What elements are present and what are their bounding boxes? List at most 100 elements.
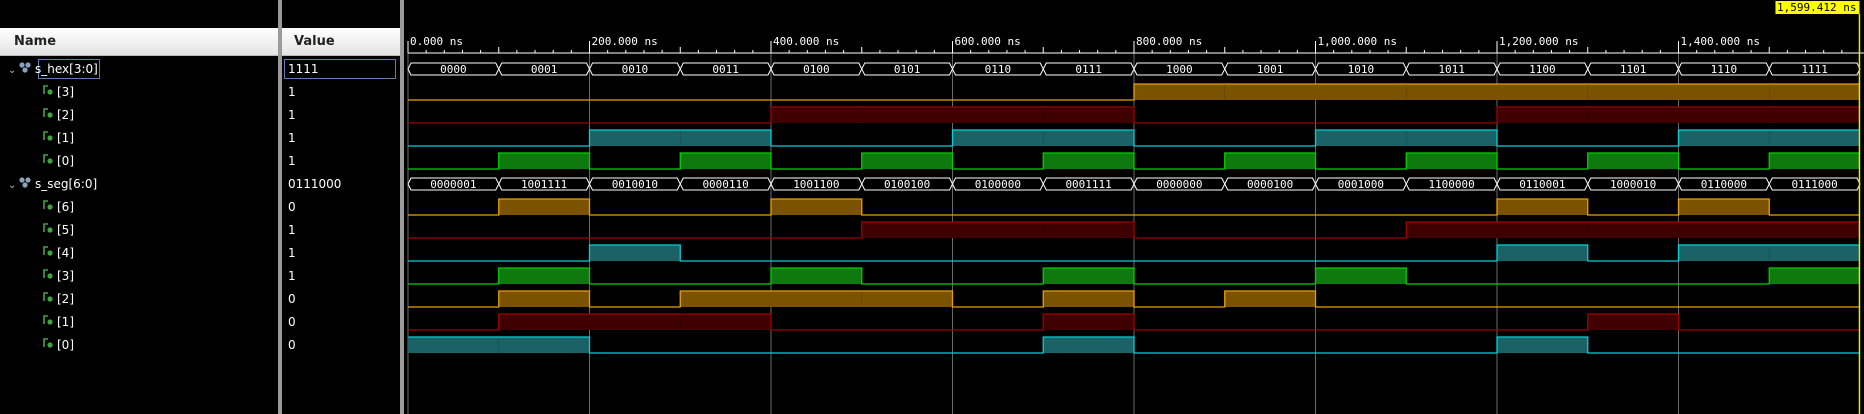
signal-icon xyxy=(42,81,54,104)
high-level-fill xyxy=(1769,84,1860,100)
high-level-fill xyxy=(498,337,590,353)
signal-name: [2] xyxy=(57,108,74,122)
bus-segment-value: 0010010 xyxy=(612,178,658,191)
ruler-tick-label: 0.000 ns xyxy=(410,35,463,48)
bit-trace xyxy=(408,152,1860,170)
signal-icon xyxy=(42,104,54,127)
high-level-fill xyxy=(1043,222,1134,238)
signal-value: 1 xyxy=(288,108,296,122)
high-level-fill xyxy=(861,291,953,307)
signal-value: 1 xyxy=(288,223,296,237)
high-level-fill xyxy=(1769,245,1860,261)
bus-segment-value: 1110 xyxy=(1711,63,1738,76)
high-level-fill xyxy=(1497,84,1588,100)
bus-segment-value: 0010 xyxy=(622,63,649,76)
signal-name: [1] xyxy=(57,315,74,329)
high-level-fill xyxy=(861,153,953,169)
signal-icon xyxy=(42,334,54,357)
high-level-fill xyxy=(1224,84,1316,100)
name-panel: Name ⌄ s_hex[3:0] [3] [2] [1] [0] ⌄ s_seg[6:0] [… xyxy=(0,0,278,414)
bit-signal-row[interactable]: [1] xyxy=(42,127,74,150)
high-level-fill xyxy=(498,199,590,215)
bit-signal-row[interactable]: [2] xyxy=(42,104,74,127)
name-column-header[interactable]: Name xyxy=(0,28,278,56)
high-level-fill xyxy=(952,130,1044,146)
bus-segment-value: 1000 xyxy=(1166,63,1193,76)
high-level-fill xyxy=(771,268,862,284)
high-level-fill xyxy=(1043,107,1134,123)
bus-segment-value: 0101 xyxy=(894,63,921,76)
bus-signal-row[interactable]: ⌄ s_seg[6:0] xyxy=(8,173,97,196)
bit-signal-row[interactable]: [1] xyxy=(42,311,74,334)
signal-value: 0111000 xyxy=(288,177,342,191)
ruler-tick-label: 1,200.000 ns xyxy=(1499,35,1578,48)
high-level-fill xyxy=(498,153,590,169)
high-level-fill xyxy=(952,222,1044,238)
high-level-fill xyxy=(1769,107,1860,123)
high-level-fill xyxy=(1497,199,1588,215)
bus-segment-value: 1100000 xyxy=(1428,178,1474,191)
bit-trace xyxy=(408,313,1860,331)
high-level-fill xyxy=(1769,268,1860,284)
bus-icon xyxy=(18,173,32,196)
high-level-fill xyxy=(861,222,953,238)
high-level-fill xyxy=(1406,84,1497,100)
bit-signal-row[interactable]: [2] xyxy=(42,288,74,311)
high-level-fill xyxy=(1587,107,1679,123)
signal-value: 0 xyxy=(288,338,296,352)
bus-segment-value: 1011 xyxy=(1438,63,1465,76)
bit-trace xyxy=(408,129,1860,147)
ruler-tick-label: 1,000.000 ns xyxy=(1318,35,1397,48)
bit-signal-row[interactable]: [0] xyxy=(42,150,74,173)
waveform-canvas[interactable]: 0.000 ns 200.000 ns 400.000 ns 600.000 ns 80… xyxy=(404,0,1864,414)
name-panel-top-gap xyxy=(0,0,278,27)
bus-segment-value: 0110001 xyxy=(1519,178,1565,191)
bus-segment-value: 0001111 xyxy=(1065,178,1111,191)
bit-signal-row[interactable]: [3] xyxy=(42,265,74,288)
signal-icon xyxy=(42,242,54,265)
logic-waveform xyxy=(408,267,1860,285)
bus-segment-value: 0111000 xyxy=(1791,178,1837,191)
signal-icon xyxy=(42,196,54,219)
ruler-tick-label: 800.000 ns xyxy=(1136,35,1202,48)
high-level-fill xyxy=(1224,153,1316,169)
high-level-fill xyxy=(1043,337,1134,353)
bus-segment-value: 1001111 xyxy=(521,178,567,191)
signal-name: [0] xyxy=(57,154,74,168)
bus-segment-value: 0100000 xyxy=(975,178,1021,191)
signal-icon xyxy=(42,311,54,334)
bus-signal-row[interactable]: ⌄ s_hex[3:0] xyxy=(8,58,98,81)
bus-segment-value: 1001100 xyxy=(793,178,839,191)
bit-signal-row[interactable]: [6] xyxy=(42,196,74,219)
signal-icon xyxy=(42,150,54,173)
chevron-down-icon[interactable]: ⌄ xyxy=(8,59,18,82)
bit-signal-row[interactable]: [4] xyxy=(42,242,74,265)
high-level-fill xyxy=(771,199,862,215)
high-level-fill xyxy=(408,337,499,353)
signal-name: [0] xyxy=(57,338,74,352)
bus-icon xyxy=(18,58,32,81)
signal-value: 1 xyxy=(288,131,296,145)
bus-segment-value: 0000110 xyxy=(702,178,748,191)
bit-signal-row[interactable]: [5] xyxy=(42,219,74,242)
signal-name: s_hex[3:0] xyxy=(35,62,98,76)
value-column-header[interactable]: Value xyxy=(282,28,400,56)
value-panel: Value 1111 1 1 1 1 0111000 0 1 1 1 0 0 0 xyxy=(282,0,400,414)
bit-trace xyxy=(408,221,1860,239)
bus-segment-value: 0100 xyxy=(803,63,830,76)
signal-name: [3] xyxy=(57,85,74,99)
high-level-fill xyxy=(1406,222,1497,238)
chevron-down-icon[interactable]: ⌄ xyxy=(8,174,18,197)
high-level-fill xyxy=(771,291,862,307)
bit-signal-row[interactable]: [0] xyxy=(42,334,74,357)
bit-trace xyxy=(408,267,1860,285)
high-level-fill xyxy=(1497,107,1588,123)
high-level-fill xyxy=(1587,222,1679,238)
high-level-fill xyxy=(680,314,771,330)
high-level-fill xyxy=(589,245,681,261)
bus-segment-value: 1101 xyxy=(1620,63,1647,76)
signal-icon xyxy=(42,265,54,288)
waveform-area[interactable]: 0.000 ns 200.000 ns 400.000 ns 600.000 ns 80… xyxy=(404,0,1864,414)
bit-signal-row[interactable]: [3] xyxy=(42,81,74,104)
high-level-fill xyxy=(1587,314,1679,330)
